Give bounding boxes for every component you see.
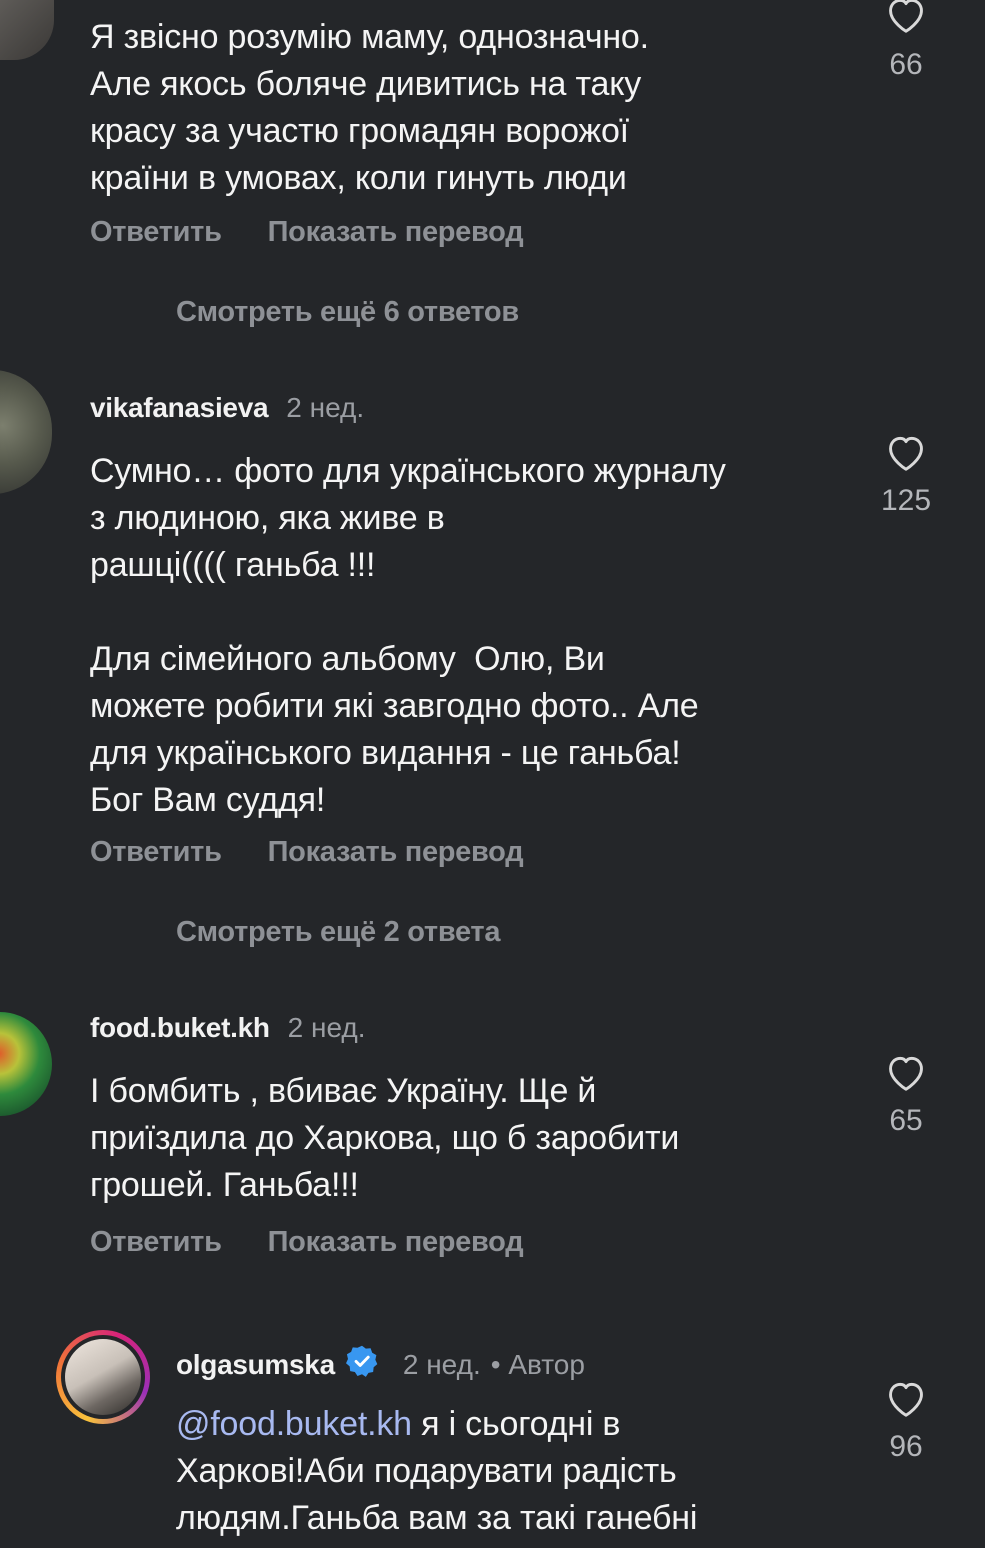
comment-time: 2 нед. xyxy=(286,392,365,423)
like-count: 125 xyxy=(880,484,932,517)
like-count: 65 xyxy=(889,1104,923,1137)
username[interactable]: food.buket.kh xyxy=(90,1012,270,1044)
heart-outline-icon xyxy=(889,0,923,33)
like-button[interactable]: 125 xyxy=(871,432,941,518)
verified-badge-icon xyxy=(345,1345,378,1377)
author-badge: • Автор xyxy=(490,1349,585,1380)
avatar[interactable] xyxy=(0,1012,52,1116)
like-button[interactable]: 65 xyxy=(871,1052,941,1138)
view-more-replies[interactable]: Смотреть ещё 6 ответов xyxy=(176,296,519,329)
show-translation-button[interactable]: Показать перевод xyxy=(268,836,524,869)
like-count: 66 xyxy=(889,48,923,81)
show-translation-button[interactable]: Показать перевод xyxy=(268,1226,524,1259)
comment-time: 2 нед. xyxy=(402,1349,481,1380)
comment-text: Сумно… фото для українського журналу з л… xyxy=(90,452,726,819)
avatar[interactable] xyxy=(56,1330,150,1424)
heart-outline-icon xyxy=(889,436,923,471)
heart-outline-icon xyxy=(889,1382,923,1417)
reply-button[interactable]: Ответить xyxy=(90,1226,222,1259)
reply-button[interactable]: Ответить xyxy=(90,216,222,249)
username[interactable]: olgasumska xyxy=(176,1349,335,1381)
like-count: 96 xyxy=(889,1430,923,1463)
like-button[interactable]: 96 xyxy=(871,1378,941,1464)
comment-time: 2 нед. xyxy=(287,1012,366,1043)
comment-text: І бомбить , вбиває Україну. Ще й приїзди… xyxy=(90,1072,680,1204)
avatar[interactable] xyxy=(0,370,52,494)
view-more-replies[interactable]: Смотреть ещё 2 ответа xyxy=(176,916,500,949)
heart-outline-icon xyxy=(889,1056,923,1091)
like-button[interactable]: 66 xyxy=(871,0,941,82)
username[interactable]: vikafanasieva xyxy=(90,392,269,424)
reply-button[interactable]: Ответить xyxy=(90,836,222,869)
comment-text: @food.buket.kh я і сьогодні в Харкові!Аб… xyxy=(176,1401,697,1542)
avatar[interactable] xyxy=(0,0,54,60)
mention-link[interactable]: @food.buket.kh xyxy=(176,1405,412,1443)
comment-text: Я звісно розумію маму, однозначно. Але я… xyxy=(90,18,649,197)
show-translation-button[interactable]: Показать перевод xyxy=(268,216,524,249)
